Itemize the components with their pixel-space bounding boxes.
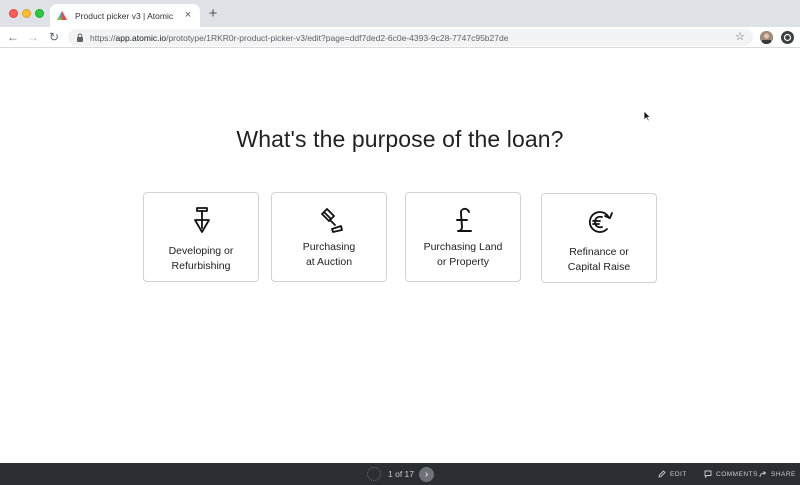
- gavel-icon: [321, 208, 343, 233]
- mouse-pointer-icon: [643, 110, 651, 122]
- euro-refresh-icon: [588, 211, 613, 233]
- option-card-auction[interactable]: Purchasing at Auction: [271, 192, 387, 282]
- option-card-developing[interactable]: Developing or Refurbishing: [143, 192, 259, 282]
- pencil-icon: [658, 470, 666, 478]
- browser-tab-active[interactable]: Product picker v3 | Atomic ×: [50, 4, 200, 27]
- url-path: /prototype/1RKR0r-product-picker-v3/edit…: [166, 32, 509, 43]
- forward-arrow-icon[interactable]: →: [25, 29, 41, 45]
- page-counter: 1 of 17: [388, 469, 414, 479]
- option-label: Purchasing at Auction: [302, 241, 356, 268]
- url-text: https://app.atomic.io/prototype/1RKR0r-p…: [90, 33, 745, 43]
- previous-page-button[interactable]: [367, 467, 381, 481]
- shovel-icon: [194, 207, 210, 233]
- edit-label: EDIT: [670, 470, 687, 478]
- new-tab-button[interactable]: +: [205, 6, 221, 22]
- comment-icon: [704, 470, 712, 478]
- extension-icon[interactable]: [781, 31, 794, 44]
- url-scheme: https://: [90, 32, 116, 43]
- page-question: What's the purpose of the loan?: [236, 126, 564, 152]
- browser-tabstrip: Product picker v3 | Atomic × +: [0, 0, 800, 27]
- option-label: Purchasing Land or Property: [423, 241, 503, 268]
- address-bar[interactable]: https://app.atomic.io/prototype/1RKR0r-p…: [68, 29, 753, 46]
- prototype-bottom-bar: 1 of 17 › EDIT COMMENTS SHARE: [0, 463, 800, 485]
- share-button[interactable]: SHARE: [759, 470, 796, 478]
- option-card-land-property[interactable]: Purchasing Land or Property: [405, 192, 521, 282]
- url-host: app.atomic.io: [115, 32, 167, 43]
- next-page-button[interactable]: ›: [419, 467, 434, 482]
- share-label: SHARE: [771, 470, 796, 478]
- tab-title: Product picker v3 | Atomic: [75, 10, 174, 21]
- share-arrow-icon: [759, 471, 767, 478]
- lock-icon: [77, 33, 83, 42]
- minimize-window-button[interactable]: [22, 9, 31, 18]
- reload-icon[interactable]: ↻: [46, 29, 62, 45]
- maximize-window-button[interactable]: [35, 9, 44, 18]
- extension-glyph-icon: [783, 33, 792, 42]
- edit-button[interactable]: EDIT: [658, 470, 687, 478]
- pound-icon: [456, 207, 472, 232]
- tab-close-icon[interactable]: ×: [182, 10, 194, 21]
- atomic-logo-icon: [57, 10, 67, 20]
- profile-avatar[interactable]: [760, 31, 773, 44]
- back-arrow-icon[interactable]: ←: [5, 29, 21, 45]
- option-card-refinance[interactable]: Refinance or Capital Raise: [541, 193, 657, 283]
- profile-photo-icon: [760, 31, 773, 44]
- close-window-button[interactable]: [9, 9, 18, 18]
- browser-toolbar: ← → ↻ https://app.atomic.io/prototype/1R…: [0, 27, 800, 48]
- option-label: Developing or Refurbishing: [168, 245, 234, 272]
- option-label: Refinance or Capital Raise: [567, 246, 631, 273]
- bookmark-star-icon[interactable]: ☆: [735, 30, 745, 43]
- comments-button[interactable]: COMMENTS: [704, 470, 758, 478]
- comments-label: COMMENTS: [716, 470, 758, 478]
